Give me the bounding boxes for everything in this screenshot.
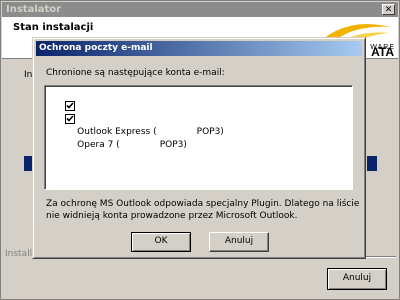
installer-title: Instalator	[6, 4, 62, 15]
logo-subtext: WARE	[370, 44, 395, 51]
dialog-note: Za ochronę MS Outlook odpowiada specjaln…	[46, 199, 360, 221]
accounts-listbox[interactable]: Outlook Express ( POP3) Opera 7 ( POP3)	[44, 85, 353, 190]
progress-bar-right	[367, 156, 377, 171]
checkmark-icon	[66, 115, 74, 122]
installer-cancel-button[interactable]: Anuluj	[327, 268, 387, 290]
dialog-title: Ochrona poczty e-mail	[36, 41, 362, 56]
email-protection-dialog: Ochrona poczty e-mail Chronione są nastę…	[32, 37, 366, 259]
account-item-opera[interactable]: Opera 7 ( POP3)	[48, 101, 187, 150]
ok-button[interactable]: OK	[131, 232, 191, 252]
close-icon: ✕	[384, 5, 393, 15]
account-label: Outlook Express ( POP3)	[77, 127, 224, 137]
dialog-prompt: Chronione są następujące konta e-mail:	[46, 68, 225, 78]
close-button[interactable]: ✕	[382, 4, 395, 15]
account-label: Opera 7 ( POP3)	[77, 140, 187, 150]
cancel-button[interactable]: Anuluj	[209, 232, 269, 252]
installer-titlebar: Instalator ✕	[2, 2, 398, 17]
checkbox[interactable]	[65, 114, 76, 124]
header-title: Stan instalacji	[13, 22, 94, 33]
account-item-outlook-express[interactable]: Outlook Express ( POP3)	[48, 88, 224, 137]
